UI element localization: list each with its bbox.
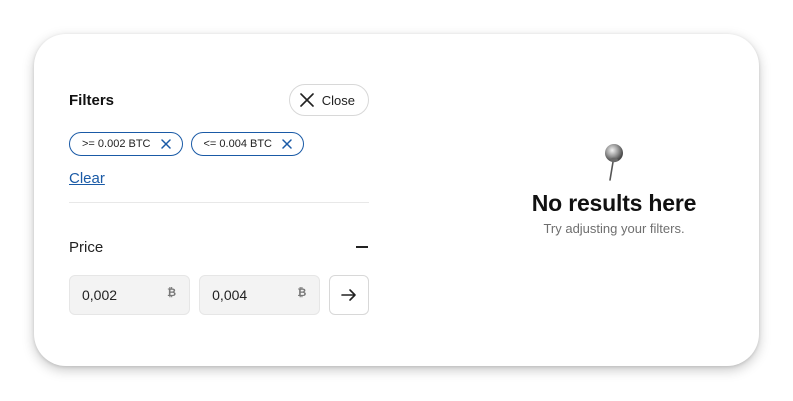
filter-chip-label: >= 0.002 BTC <box>82 138 151 150</box>
pushpin-icon <box>605 144 623 181</box>
price-range-inputs: ₿ ₿ <box>69 275 370 315</box>
divider <box>69 202 369 203</box>
bitcoin-icon: ₿ <box>297 287 307 299</box>
filter-chip-max: <= 0.004 BTC <box>190 132 304 156</box>
filters-panel-card: Filters Close >= 0.002 BTC <= 0.004 BTC <box>34 34 759 366</box>
filter-chip-label: <= 0.004 BTC <box>203 138 273 150</box>
empty-state-subtitle: Try adjusting your filters. <box>543 221 685 236</box>
price-section-header[interactable]: Price <box>69 237 369 257</box>
x-icon[interactable] <box>160 139 171 149</box>
active-filter-chips: >= 0.002 BTC <= 0.004 BTC <box>69 132 369 156</box>
min-price-field: ₿ <box>69 275 191 315</box>
close-button[interactable]: Close <box>288 84 369 116</box>
close-button-label: Close <box>321 92 355 108</box>
filters-title: Filters <box>69 91 115 109</box>
bitcoin-icon: ₿ <box>167 287 177 299</box>
filters-sidebar: Filters Close >= 0.002 BTC <= 0.004 BTC <box>69 84 370 315</box>
filter-chip-min: >= 0.002 BTC <box>69 132 183 156</box>
x-icon[interactable] <box>282 139 292 149</box>
clear-filters-link[interactable]: Clear <box>69 170 105 187</box>
filters-header: Filters Close <box>69 84 369 116</box>
close-icon <box>299 93 314 107</box>
arrow-right-icon <box>341 289 356 301</box>
price-section-title: Price <box>69 238 104 256</box>
empty-state-title: No results here <box>531 190 697 216</box>
max-price-field: ₿ <box>199 275 321 315</box>
apply-price-button[interactable] <box>329 275 370 315</box>
empty-state: No results here Try adjusting your filte… <box>474 142 754 236</box>
minus-icon[interactable] <box>356 246 368 248</box>
